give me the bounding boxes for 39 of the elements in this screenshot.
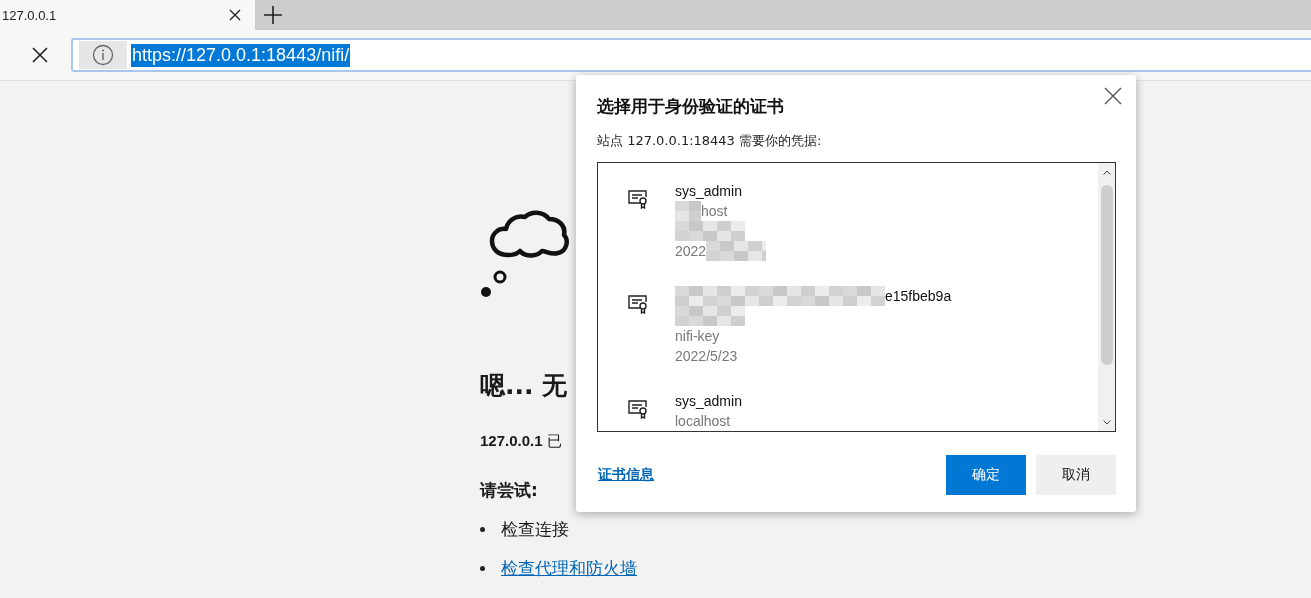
scroll-up-icon[interactable] [1102,169,1111,175]
certificate-detail: localhost [675,413,731,429]
error-message: 127.0.0.1 已 [480,432,562,451]
error-heading: 嗯... 无 [480,370,568,402]
close-icon[interactable] [229,9,241,21]
scrollbar[interactable] [1098,163,1115,431]
certificate-item[interactable]: e15fbeb9a nifi-key 2022/5/23 [598,286,1098,366]
tab-title: 127.0.0.1 [2,7,57,23]
certificate-icon [627,399,649,419]
certificate-info-link[interactable]: 证书信息 [598,466,654,484]
certificate-item[interactable]: sys_admin localhost [598,391,1098,431]
suggestion-text: 检查连接 [501,518,569,541]
info-icon[interactable] [79,41,127,69]
certificate-item[interactable]: sys_admin host 2022 [598,181,1098,261]
thought-cloud-icon [480,207,572,299]
certificate-detail: host [701,203,728,219]
dialog-subtitle: 站点 127.0.0.1:18443 需要你的凭据: [597,132,823,150]
cancel-button[interactable]: 取消 [1036,455,1116,495]
scroll-down-icon[interactable] [1102,419,1111,425]
close-icon[interactable] [32,47,48,63]
dialog-title: 选择用于身份验证的证书 [597,95,784,118]
browser-tab[interactable]: 127.0.0.1 [0,0,255,30]
certificate-icon [627,189,649,209]
plus-icon[interactable] [264,6,282,24]
try-heading: 请尝试: [480,479,538,502]
url-text: https://127.0.0.1:18443/nifi/ [131,43,351,67]
certificate-detail: 2022 [675,243,707,259]
certificate-detail: 2022/5/23 [675,348,738,364]
bullet-icon [480,566,485,571]
suggestion-link[interactable]: 检查代理和防火墙 [501,557,637,580]
certificate-detail: nifi-key [675,328,720,344]
ok-button[interactable]: 确定 [946,455,1026,495]
close-icon[interactable] [1102,85,1124,107]
certificate-name: e15fbeb9a [885,288,952,304]
certificate-icon [627,294,649,314]
address-field[interactable]: https://127.0.0.1:18443/nifi/ [71,38,1311,72]
bullet-icon [480,527,485,532]
certificate-name: sys_admin [675,183,742,199]
certificate-name: sys_admin [675,393,742,409]
